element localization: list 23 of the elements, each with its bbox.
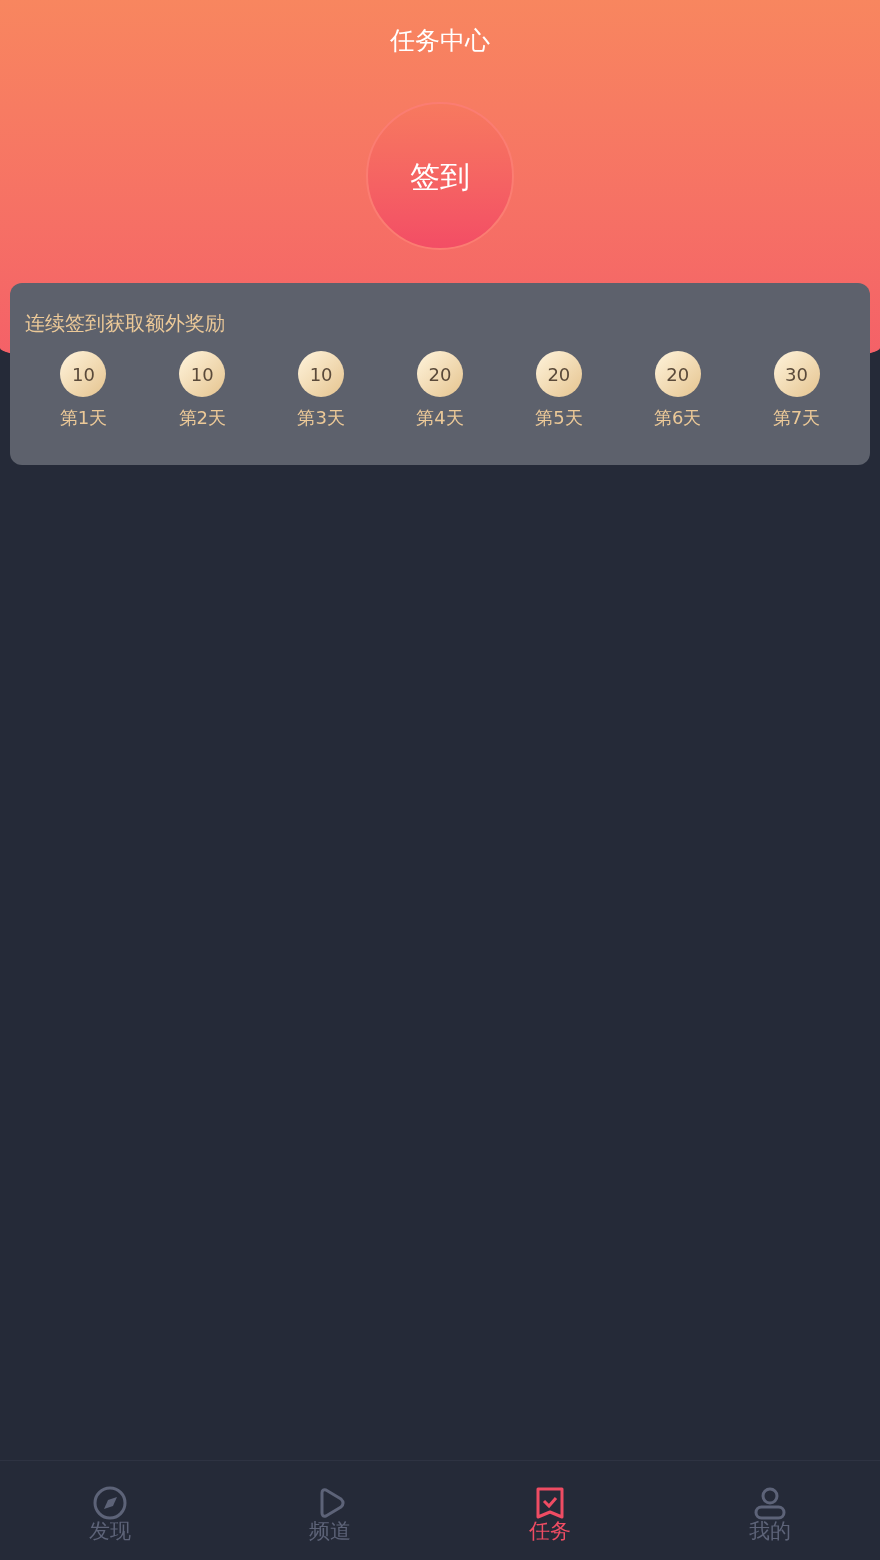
compass-icon <box>92 1485 128 1521</box>
check-in-button[interactable]: 签到 <box>366 102 514 250</box>
user-icon <box>752 1485 788 1521</box>
coin-badge: 20 <box>417 351 463 397</box>
day-label: 第1天 <box>59 406 108 430</box>
page-title: 任务中心 <box>390 25 490 57</box>
day-label: 第5天 <box>535 406 583 430</box>
coin-badge: 20 <box>535 351 582 397</box>
day-label: 第7天 <box>772 406 821 430</box>
day-label: 第2天 <box>178 406 226 430</box>
coin-badge: 30 <box>773 351 820 397</box>
coin-badge: 10 <box>179 351 226 397</box>
rewards-title: 连续签到获取额外奖励 <box>25 310 226 337</box>
coin-badge: 20 <box>654 351 701 397</box>
nav-tab[interactable]: 我的 <box>660 1461 880 1560</box>
day-label: 第6天 <box>654 406 702 430</box>
day-label: 第3天 <box>297 406 345 430</box>
nav-tab[interactable]: 任务 <box>440 1461 660 1560</box>
day-label: 第4天 <box>416 406 464 430</box>
nav-tab[interactable]: 频道 <box>220 1461 440 1560</box>
coin-badge: 10 <box>60 351 107 397</box>
coin-badge: 10 <box>298 351 345 397</box>
nav-tab[interactable]: 发现 <box>0 1461 220 1560</box>
